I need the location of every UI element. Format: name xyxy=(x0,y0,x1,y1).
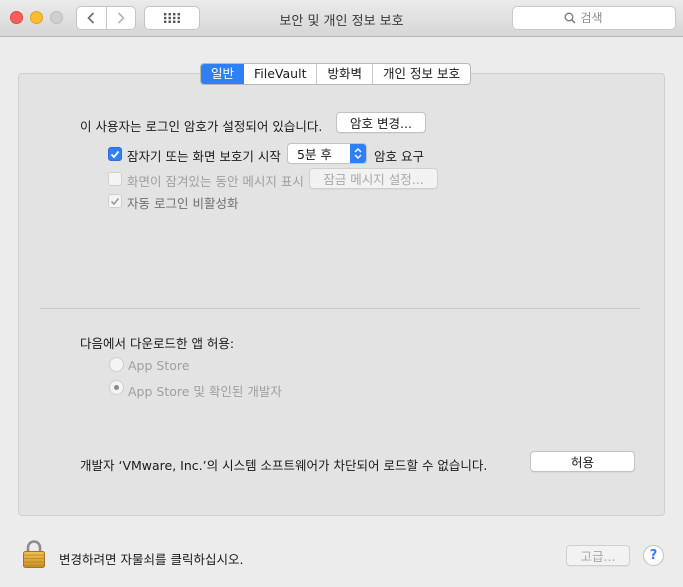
radio-app-store-identified[interactable] xyxy=(109,380,124,395)
disable-auto-login-checkbox[interactable] xyxy=(108,194,122,208)
checkmark-icon xyxy=(110,150,120,158)
require-password-checkbox[interactable] xyxy=(108,147,122,161)
require-password-label: 잠자기 또는 화면 보호기 시작 xyxy=(127,149,281,164)
radio-app-store[interactable] xyxy=(109,357,124,372)
stepper-arrows-icon xyxy=(350,144,366,163)
search-field[interactable] xyxy=(512,6,676,30)
show-lock-message-checkbox[interactable] xyxy=(108,172,122,186)
disable-auto-login-label: 자동 로그인 비활성화 xyxy=(127,196,239,211)
require-password-suffix: 암호 요구 xyxy=(374,149,424,164)
section-divider xyxy=(40,308,640,309)
tab-bar: 일반 FileVault 방화벽 개인 정보 보호 xyxy=(200,63,471,85)
password-status-text: 이 사용자는 로그인 암호가 설정되어 있습니다. xyxy=(80,119,323,134)
help-icon: ? xyxy=(649,548,658,563)
allow-button[interactable]: 허용 xyxy=(530,451,635,472)
lock-button[interactable] xyxy=(22,539,46,572)
tab-general[interactable]: 일반 xyxy=(201,64,245,84)
radio-selected-dot xyxy=(114,385,119,390)
titlebar: 보안 및 개인 정보 보호 xyxy=(0,0,683,37)
change-password-button[interactable]: 암호 변경... xyxy=(336,112,426,133)
allow-apps-heading: 다음에서 다운로드한 앱 허용: xyxy=(80,336,235,351)
blocked-software-text: 개발자 ‘VMware, Inc.’의 시스템 소프트웨어가 차단되어 로드할 … xyxy=(80,458,488,473)
search-icon xyxy=(564,12,576,24)
search-input[interactable] xyxy=(580,11,625,25)
tab-privacy[interactable]: 개인 정보 보호 xyxy=(372,64,470,84)
content-panel xyxy=(18,73,665,516)
security-privacy-window: 보안 및 개인 정보 보호 일반 FileVault 방화벽 개인 정보 보호 … xyxy=(0,0,683,587)
set-lock-message-button[interactable]: 잠금 메시지 설정... xyxy=(309,168,438,189)
radio-app-store-identified-label: App Store 및 확인된 개발자 xyxy=(128,384,282,399)
lock-icon xyxy=(23,540,45,568)
tab-filevault[interactable]: FileVault xyxy=(244,64,316,84)
help-button[interactable]: ? xyxy=(643,545,664,566)
radio-app-store-label: App Store xyxy=(128,358,190,373)
password-delay-select[interactable]: 5분 후 xyxy=(287,143,367,164)
lock-instruction-text: 변경하려면 자물쇠를 클릭하십시오. xyxy=(59,552,244,567)
advanced-button[interactable]: 고급... xyxy=(566,545,630,566)
show-lock-message-label: 화면이 잠겨있는 동안 메시지 표시 xyxy=(127,174,304,189)
password-delay-value: 5분 후 xyxy=(297,147,332,162)
tab-firewall[interactable]: 방화벽 xyxy=(316,64,372,84)
checkmark-icon xyxy=(110,197,120,205)
